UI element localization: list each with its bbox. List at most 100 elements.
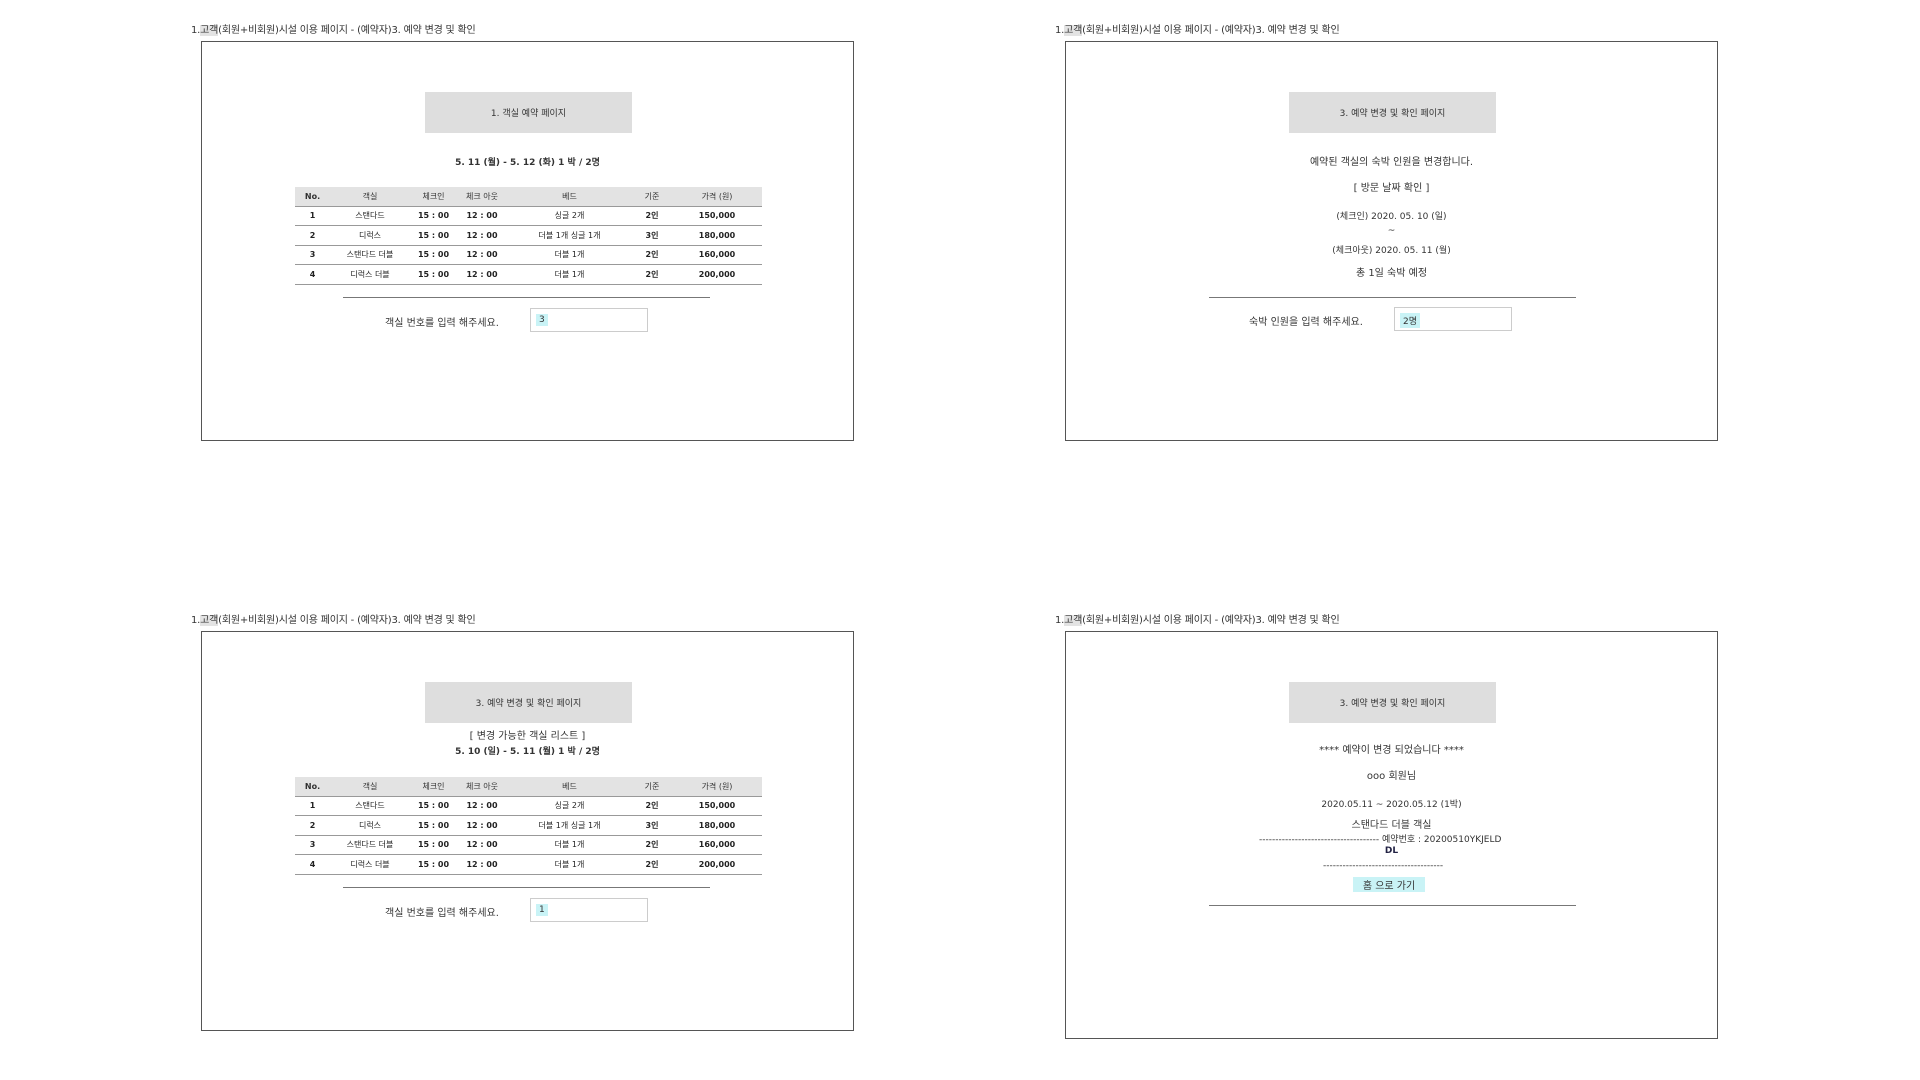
col-bed: 베드 (507, 777, 632, 797)
cell-no: 4 (295, 264, 330, 285)
cell-bed: 더블 1개 싱글 1개 (507, 225, 632, 246)
home-button[interactable]: 홈 으로 가기 (1353, 877, 1425, 892)
caption-member-type: (회원+비회원) (218, 25, 279, 36)
caption-number: 1. (1055, 25, 1065, 36)
cell-checkout: 12 : 00 (457, 225, 507, 246)
cell-no: 4 (295, 854, 330, 875)
caption-number: 1. (191, 25, 201, 36)
caption-section: 3. 예약 변경 및 확인 (391, 25, 476, 36)
cell-price: 160,000 (672, 835, 762, 855)
cell-checkout: 12 : 00 (457, 835, 507, 855)
room-number-value: 3 (536, 314, 548, 326)
cell-no: 1 (295, 206, 330, 226)
cell-checkout: 12 : 00 (457, 796, 507, 816)
cell-bed: 더블 1개 싱글 1개 (507, 815, 632, 836)
caption-member-type: (회원+비회원) (1082, 25, 1143, 36)
cell-no: 2 (295, 815, 330, 836)
cell-capacity: 3인 (632, 225, 672, 246)
guest-count-label: 숙박 인원을 입력 해주세요. (1249, 317, 1363, 328)
table-row[interactable]: 3 스탠다드 더블 15 : 00 12 : 00 더블 1개 2인 160,000 (295, 245, 762, 265)
col-no: No. (295, 777, 330, 797)
reservation-number-tail: DL (1384, 846, 1399, 856)
cell-room: 스탠다드 더블 (330, 835, 410, 855)
guest-count-input[interactable]: 2명 (1394, 307, 1512, 331)
cell-checkout: 12 : 00 (457, 264, 507, 285)
cell-room: 디럭스 (330, 225, 410, 246)
cell-room: 디럭스 더블 (330, 854, 410, 875)
cell-checkin: 15 : 00 (410, 245, 457, 265)
table-header-row: No. 객실 체크인 체크 아웃 베드 기준 가격 (원) (295, 187, 762, 207)
cell-checkin: 15 : 00 (410, 796, 457, 816)
cell-no: 2 (295, 225, 330, 246)
panel4-caption: 1.고객(회원+비회원)시설 이용 페이지 - (예약자)3. 예약 변경 및 … (1055, 611, 1340, 626)
cell-price: 160,000 (672, 245, 762, 265)
cell-no: 3 (295, 835, 330, 855)
cell-bed: 더블 1개 (507, 245, 632, 265)
cell-checkout: 12 : 00 (457, 245, 507, 265)
table-row[interactable]: 1 스탠다드 15 : 00 12 : 00 싱글 2개 2인 150,000 (295, 206, 762, 226)
table-row[interactable]: 2 디럭스 15 : 00 12 : 00 더블 1개 싱글 1개 3인 180,000 (295, 225, 762, 246)
room-number-label: 객실 번호를 입력 해주세요. (385, 318, 499, 329)
cell-price: 180,000 (672, 225, 762, 246)
dashed-divider: ------------------------------------- (1323, 861, 1444, 871)
table-row[interactable]: 3 스탠다드 더블 15 : 00 12 : 00 더블 1개 2인 160,000 (295, 835, 762, 855)
stay-summary: 5. 11 (월) - 5. 12 (화) 1 박 / 2명 (455, 158, 600, 168)
cell-checkout: 12 : 00 (457, 815, 507, 836)
col-capacity: 기준 (632, 187, 672, 207)
cell-checkin: 15 : 00 (410, 264, 457, 285)
cell-checkin: 15 : 00 (410, 815, 457, 836)
guest-count-value: 2명 (1400, 313, 1421, 328)
cell-capacity: 2인 (632, 245, 672, 265)
change-complete-message: **** 예약이 변경 되었습니다 **** (1319, 745, 1464, 756)
cell-bed: 더블 1개 (507, 264, 632, 285)
cell-capacity: 2인 (632, 206, 672, 226)
table-row[interactable]: 4 디럭스 더블 15 : 00 12 : 00 더블 1개 2인 200,000 (295, 264, 762, 285)
caption-section: 3. 예약 변경 및 확인 (391, 615, 476, 626)
cell-no: 3 (295, 245, 330, 265)
cell-no: 1 (295, 796, 330, 816)
caption-site-page: 시설 이용 페이지 - (예약자) (1142, 25, 1256, 36)
room-table: No. 객실 체크인 체크 아웃 베드 기준 가격 (원) 1 스탠다드 15 : … (295, 777, 762, 875)
room-number-input[interactable]: 1 (530, 898, 648, 922)
caption-number: 1. (1055, 615, 1065, 626)
total-nights: 총 1일 숙박 예정 (1355, 268, 1428, 279)
cell-bed: 더블 1개 (507, 835, 632, 855)
col-price: 가격 (원) (672, 187, 762, 207)
col-checkout: 체크 아웃 (457, 187, 507, 207)
col-price: 가격 (원) (672, 777, 762, 797)
cell-capacity: 3인 (632, 815, 672, 836)
col-checkout: 체크 아웃 (457, 777, 507, 797)
room-number-row: 객실 번호를 입력 해주세요. 3 (202, 308, 853, 332)
reservation-number: ------------------------------------- 예약… (1259, 835, 1502, 845)
table-header-row: No. 객실 체크인 체크 아웃 베드 기준 가격 (원) (295, 777, 762, 797)
cell-bed: 싱글 2개 (507, 206, 632, 226)
cell-checkout: 12 : 00 (457, 206, 507, 226)
caption-member-type: (회원+비회원) (1082, 615, 1143, 626)
caption-site-page: 시설 이용 페이지 - (예약자) (1142, 615, 1256, 626)
caption-site-page: 시설 이용 페이지 - (예약자) (278, 615, 392, 626)
room-table: No. 객실 체크인 체크 아웃 베드 기준 가격 (원) 1 스탠다드 15 : … (295, 187, 762, 285)
col-checkin: 체크인 (410, 777, 457, 797)
cell-room: 스탠다드 (330, 206, 410, 226)
stay-period: 2020.05.11 ~ 2020.05.12 (1박) (1321, 800, 1462, 810)
cell-checkin: 15 : 00 (410, 206, 457, 226)
cell-checkin: 15 : 00 (410, 835, 457, 855)
cell-bed: 싱글 2개 (507, 796, 632, 816)
page-banner: 3. 예약 변경 및 확인 페이지 (1289, 92, 1496, 133)
room-number-input[interactable]: 3 (530, 308, 648, 332)
caption-customer: 고객 (200, 615, 219, 626)
col-bed: 베드 (507, 187, 632, 207)
caption-section: 3. 예약 변경 및 확인 (1255, 615, 1340, 626)
col-room: 객실 (330, 187, 410, 207)
cell-room: 스탠다드 더블 (330, 245, 410, 265)
table-row[interactable]: 4 디럭스 더블 15 : 00 12 : 00 더블 1개 2인 200,000 (295, 854, 762, 875)
table-row[interactable]: 2 디럭스 15 : 00 12 : 00 더블 1개 싱글 1개 3인 180,000 (295, 815, 762, 836)
panel3-available-rooms: 3. 예약 변경 및 확인 페이지 [ 변경 가능한 객실 리스트 ] 5. 1… (201, 631, 854, 1031)
divider (1209, 905, 1576, 906)
table-row[interactable]: 1 스탠다드 15 : 00 12 : 00 싱글 2개 2인 150,000 (295, 796, 762, 816)
checkin-date: (체크인) 2020. 05. 10 (일) (1336, 212, 1447, 222)
caption-site-page: 시설 이용 페이지 - (예약자) (278, 25, 392, 36)
caption-member-type: (회원+비회원) (218, 615, 279, 626)
panel3-caption: 1.고객(회원+비회원)시설 이용 페이지 - (예약자)3. 예약 변경 및 … (191, 611, 476, 626)
cell-checkin: 15 : 00 (410, 225, 457, 246)
